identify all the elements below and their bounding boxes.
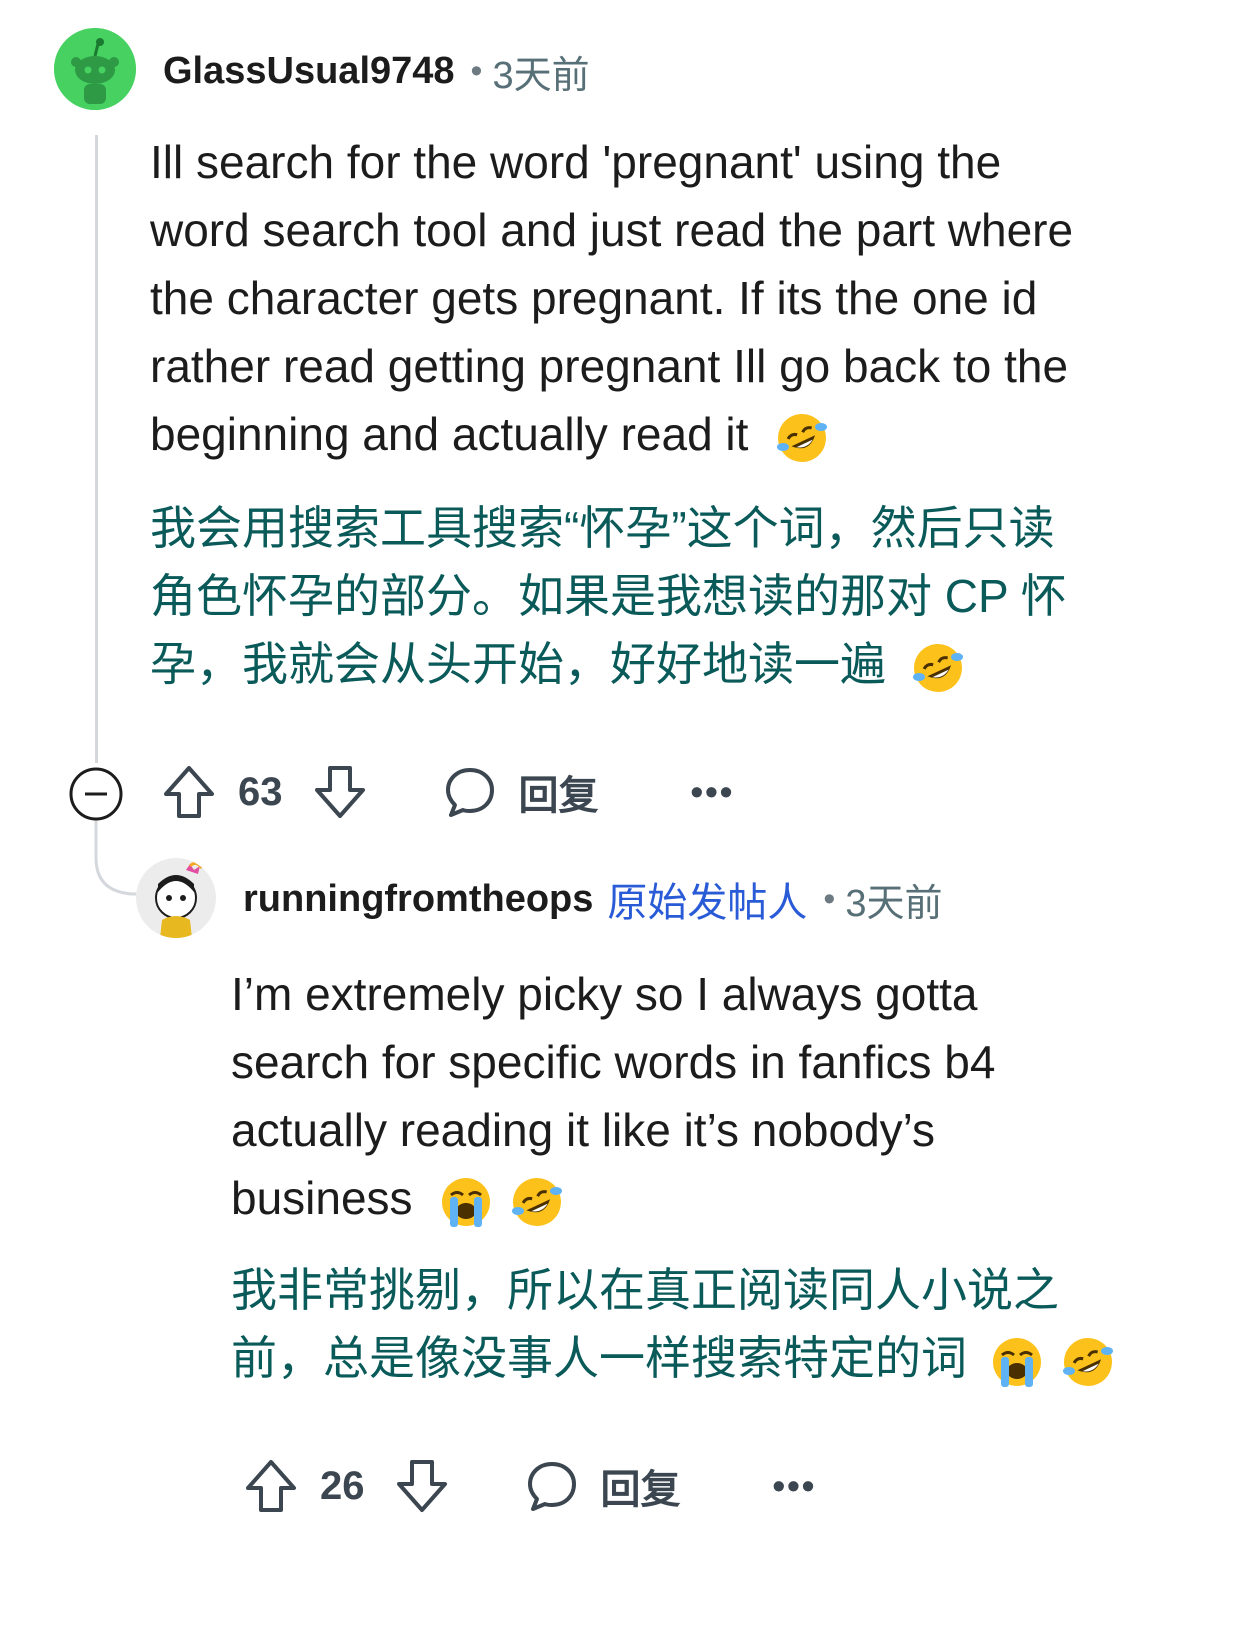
rolling-on-floor-laughing-icon [912,643,963,692]
meta-separator: • [470,51,483,90]
rolling-on-floor-laughing-icon [1062,1337,1113,1386]
body-line-with-emoji: beginning and actually read it [150,400,1150,468]
translation-line: 我非常挑剔，所以在真正阅读同人小说之 [231,1264,1059,1316]
snoo-avatar-icon [54,28,136,110]
comment-meta: GlassUsual9748 • 3天前 [163,46,590,97]
vote-count: 26 [320,1463,365,1508]
loudly-crying-face-icon [442,1177,491,1227]
rolling-on-floor-laughing-icon [777,413,828,462]
comment-action-bar: 26 回复 ••• [244,1456,816,1516]
comment-bubble-icon [445,768,494,817]
username[interactable]: runningfromtheops [243,878,593,921]
translation-line: 前，总是像没事人一样搜索特定的词 [231,1332,967,1384]
reply-label: 回复 [518,774,599,818]
username[interactable]: GlassUsual9748 [163,50,455,93]
reply-button[interactable]: 回复 [525,1457,681,1515]
more-options-button[interactable]: ••• [691,771,735,813]
timestamp: 3天前 [492,54,590,97]
comment-bubble-icon [527,1462,576,1511]
body-line: the character gets pregnant. If its the … [150,272,1038,324]
custom-avatar-icon [136,858,216,938]
translation-line-with-emoji: 前，总是像没事人一样搜索特定的词 [231,1324,1181,1392]
body-line: business [231,1172,413,1224]
translation-line: 孕，我就会从头开始，好好地读一遍 [150,638,886,690]
more-options-button[interactable]: ••• [773,1465,817,1507]
downvote-icon[interactable] [395,1458,449,1514]
body-line: beginning and actually read it [150,408,749,460]
translation-line: 角色怀孕的部分。如果是我想读的那对 CP 怀 [150,570,1067,622]
thread-line [95,135,98,763]
translation-body: 我会用搜索工具搜索“怀孕”这个词，然后只读 角色怀孕的部分。如果是我想读的那对 … [150,494,1150,698]
comment-body: Ill search for the word 'pregnant' using… [150,128,1150,468]
comment-meta: runningfromtheops 原始发帖人 • 3天前 [243,874,943,926]
translation-body: 我非常挑剔，所以在真正阅读同人小说之 前，总是像没事人一样搜索特定的词 [231,1256,1181,1392]
upvote-icon[interactable] [162,764,216,820]
upvote-icon[interactable] [244,1458,298,1514]
body-line-with-emoji: business [231,1164,1151,1232]
collapse-thread-icon[interactable] [68,766,124,822]
body-line: word search tool and just read the part … [150,204,1074,256]
body-line: I’m extremely picky so I always gotta [231,968,978,1020]
body-line: rather read getting pregnant Ill go back… [150,340,1069,392]
translation-line-with-emoji: 孕，我就会从头开始，好好地读一遍 [150,630,1150,698]
downvote-icon[interactable] [313,764,367,820]
meta-separator: • [823,879,836,918]
timestamp: 3天前 [845,882,943,925]
avatar[interactable] [54,28,136,110]
rolling-on-floor-laughing-icon [512,1177,563,1226]
body-line: actually reading it like it’s nobody’s [231,1104,936,1156]
body-line: Ill search for the word 'pregnant' using… [150,136,1002,188]
reply-label: 回复 [600,1468,681,1512]
avatar[interactable] [136,858,216,938]
vote-count: 63 [238,769,283,814]
body-line: search for specific words in fanfics b4 [231,1036,996,1088]
reply-button[interactable]: 回复 [443,763,599,821]
translation-line: 我会用搜索工具搜索“怀孕”这个词，然后只读 [150,502,1055,554]
comment-action-bar: 63 回复 ••• [162,762,734,822]
op-badge: 原始发帖人 [607,881,808,925]
loudly-crying-face-icon [992,1337,1041,1387]
comment-body: I’m extremely picky so I always gotta se… [231,960,1151,1232]
